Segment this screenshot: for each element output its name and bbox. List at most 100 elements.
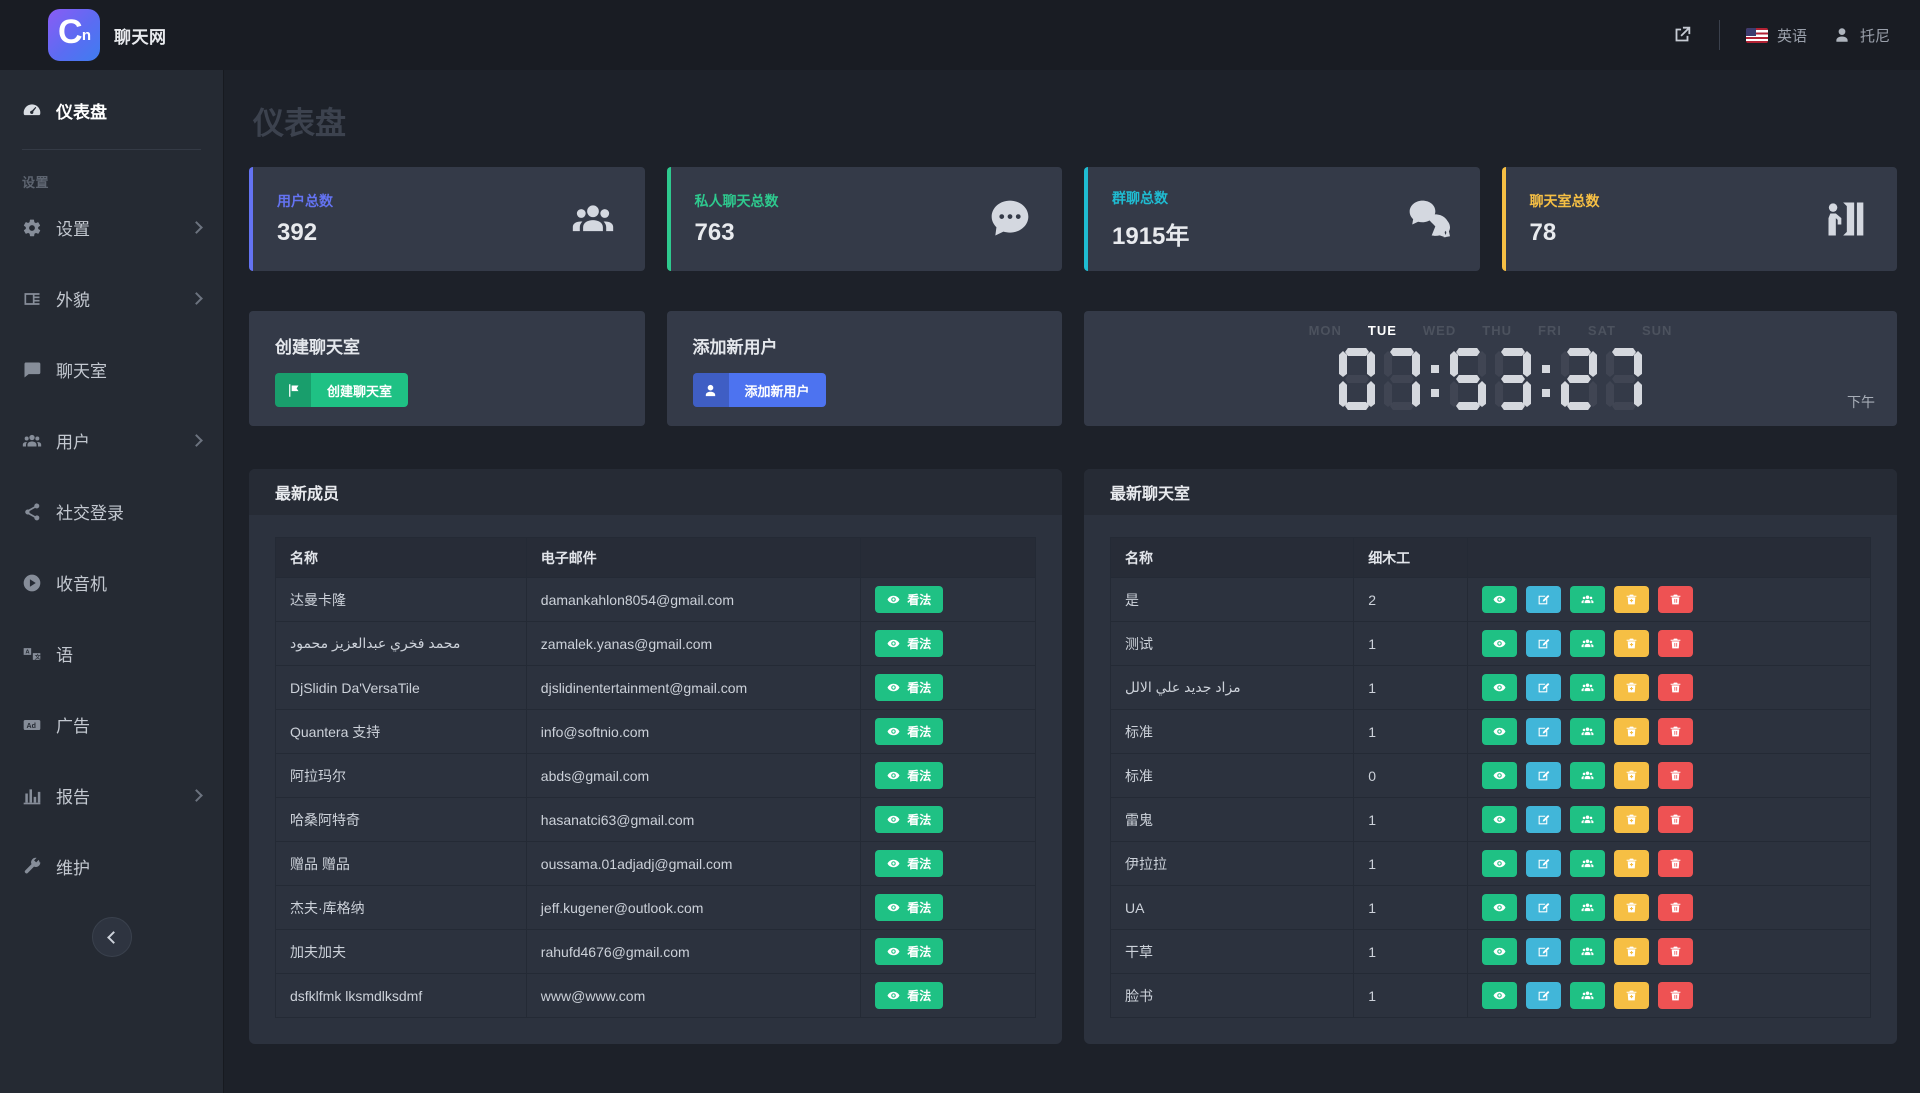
delete-button[interactable] <box>1658 982 1693 1009</box>
members-button[interactable] <box>1570 850 1605 877</box>
clear-button[interactable] <box>1614 938 1649 965</box>
edit-button[interactable] <box>1526 850 1561 877</box>
view-member-button[interactable]: 看法 <box>875 850 943 877</box>
sidebar-item-chart[interactable]: 报告 <box>0 773 223 818</box>
stat-card: 群聊总数1915年 <box>1084 167 1480 271</box>
delete-button[interactable] <box>1658 938 1693 965</box>
delete-button[interactable] <box>1658 630 1693 657</box>
edit-button[interactable] <box>1526 894 1561 921</box>
chat-icon <box>22 360 42 380</box>
sidebar-item-chat[interactable]: 聊天室 <box>0 347 223 392</box>
member-actions-cell: 看法 <box>861 754 1036 798</box>
sidebar-item-dashboard[interactable]: 仪表盘 <box>0 88 223 133</box>
view-member-button[interactable]: 看法 <box>875 938 943 965</box>
edit-icon <box>1537 725 1550 738</box>
members-button[interactable] <box>1570 894 1605 921</box>
eye-icon <box>887 725 900 738</box>
edit-icon <box>1537 945 1550 958</box>
members-button[interactable] <box>1570 718 1605 745</box>
edit-button[interactable] <box>1526 762 1561 789</box>
view-button[interactable] <box>1482 982 1517 1009</box>
view-member-button[interactable]: 看法 <box>875 982 943 1009</box>
sidebar-item-language[interactable]: 语 <box>0 631 223 676</box>
delete-button[interactable] <box>1658 894 1693 921</box>
view-member-button[interactable]: 看法 <box>875 718 943 745</box>
view-button[interactable] <box>1482 674 1517 701</box>
sidebar-item-label: 仪表盘 <box>56 98 107 123</box>
room-name-cell: 干草 <box>1111 930 1354 974</box>
users-icon <box>1581 901 1594 914</box>
language-switcher[interactable]: 英语 <box>1746 25 1807 46</box>
view-button[interactable] <box>1482 806 1517 833</box>
view-button-label: 看法 <box>907 723 931 740</box>
clock-day-tue: TUE <box>1368 323 1397 338</box>
sidebar-item-gear[interactable]: 设置 <box>0 205 223 250</box>
view-button[interactable] <box>1482 630 1517 657</box>
room-actions-cell <box>1468 666 1871 710</box>
sidebar-section-label: 设置 <box>0 166 223 205</box>
room-joiners-cell: 1 <box>1354 710 1468 754</box>
room-joiners-cell: 1 <box>1354 930 1468 974</box>
members-button[interactable] <box>1570 762 1605 789</box>
add-user-button[interactable]: 添加新用户 <box>693 373 826 407</box>
trash-plus-icon <box>1625 945 1638 958</box>
delete-button[interactable] <box>1658 762 1693 789</box>
clear-button[interactable] <box>1614 630 1649 657</box>
view-member-button[interactable]: 看法 <box>875 586 943 613</box>
members-button[interactable] <box>1570 630 1605 657</box>
delete-button[interactable] <box>1658 850 1693 877</box>
sidebar-item-layout[interactable]: 外貌 <box>0 276 223 321</box>
view-member-button[interactable]: 看法 <box>875 894 943 921</box>
delete-button[interactable] <box>1658 718 1693 745</box>
sidebar-item-ad[interactable]: 广告 <box>0 702 223 747</box>
sidebar-item-label: 语 <box>56 641 73 666</box>
edit-button[interactable] <box>1526 938 1561 965</box>
view-button[interactable] <box>1482 850 1517 877</box>
edit-button[interactable] <box>1526 674 1561 701</box>
view-button[interactable] <box>1482 894 1517 921</box>
view-button[interactable] <box>1482 586 1517 613</box>
clock-digit <box>1606 348 1642 410</box>
members-button[interactable] <box>1570 938 1605 965</box>
members-button[interactable] <box>1570 982 1605 1009</box>
edit-button[interactable] <box>1526 630 1561 657</box>
clear-button[interactable] <box>1614 586 1649 613</box>
members-button[interactable] <box>1570 674 1605 701</box>
brand[interactable]: C n 聊天网 <box>0 0 224 70</box>
view-member-button[interactable]: 看法 <box>875 674 943 701</box>
view-member-button[interactable]: 看法 <box>875 762 943 789</box>
delete-button[interactable] <box>1658 586 1693 613</box>
view-button[interactable] <box>1482 762 1517 789</box>
sidebar-item-play[interactable]: 收音机 <box>0 560 223 605</box>
sidebar-collapse-button[interactable] <box>92 917 132 957</box>
user-menu[interactable]: 托尼 <box>1833 25 1890 46</box>
sidebar-item-users[interactable]: 用户 <box>0 418 223 463</box>
clear-button[interactable] <box>1614 718 1649 745</box>
clear-button[interactable] <box>1614 674 1649 701</box>
view-button[interactable] <box>1482 718 1517 745</box>
delete-button[interactable] <box>1658 674 1693 701</box>
eye-icon <box>1493 813 1506 826</box>
sidebar-item-share[interactable]: 社交登录 <box>0 489 223 534</box>
view-member-button[interactable]: 看法 <box>875 806 943 833</box>
view-member-button[interactable]: 看法 <box>875 630 943 657</box>
edit-button[interactable] <box>1526 586 1561 613</box>
table-row: dsfklfmk lksmdlksdmfwww@www.com看法 <box>276 974 1036 1018</box>
edit-button[interactable] <box>1526 718 1561 745</box>
view-button[interactable] <box>1482 938 1517 965</box>
clear-button[interactable] <box>1614 806 1649 833</box>
edit-button[interactable] <box>1526 806 1561 833</box>
edit-button[interactable] <box>1526 982 1561 1009</box>
members-button[interactable] <box>1570 586 1605 613</box>
external-link-icon[interactable] <box>1671 24 1693 46</box>
delete-button[interactable] <box>1658 806 1693 833</box>
sidebar-item-wrench[interactable]: 维护 <box>0 844 223 889</box>
create-room-button[interactable]: 创建聊天室 <box>275 373 408 407</box>
clear-button[interactable] <box>1614 850 1649 877</box>
room-joiners-cell: 1 <box>1354 974 1468 1018</box>
clear-button[interactable] <box>1614 982 1649 1009</box>
clear-button[interactable] <box>1614 894 1649 921</box>
members-button[interactable] <box>1570 806 1605 833</box>
eye-icon <box>887 593 900 606</box>
clear-button[interactable] <box>1614 762 1649 789</box>
